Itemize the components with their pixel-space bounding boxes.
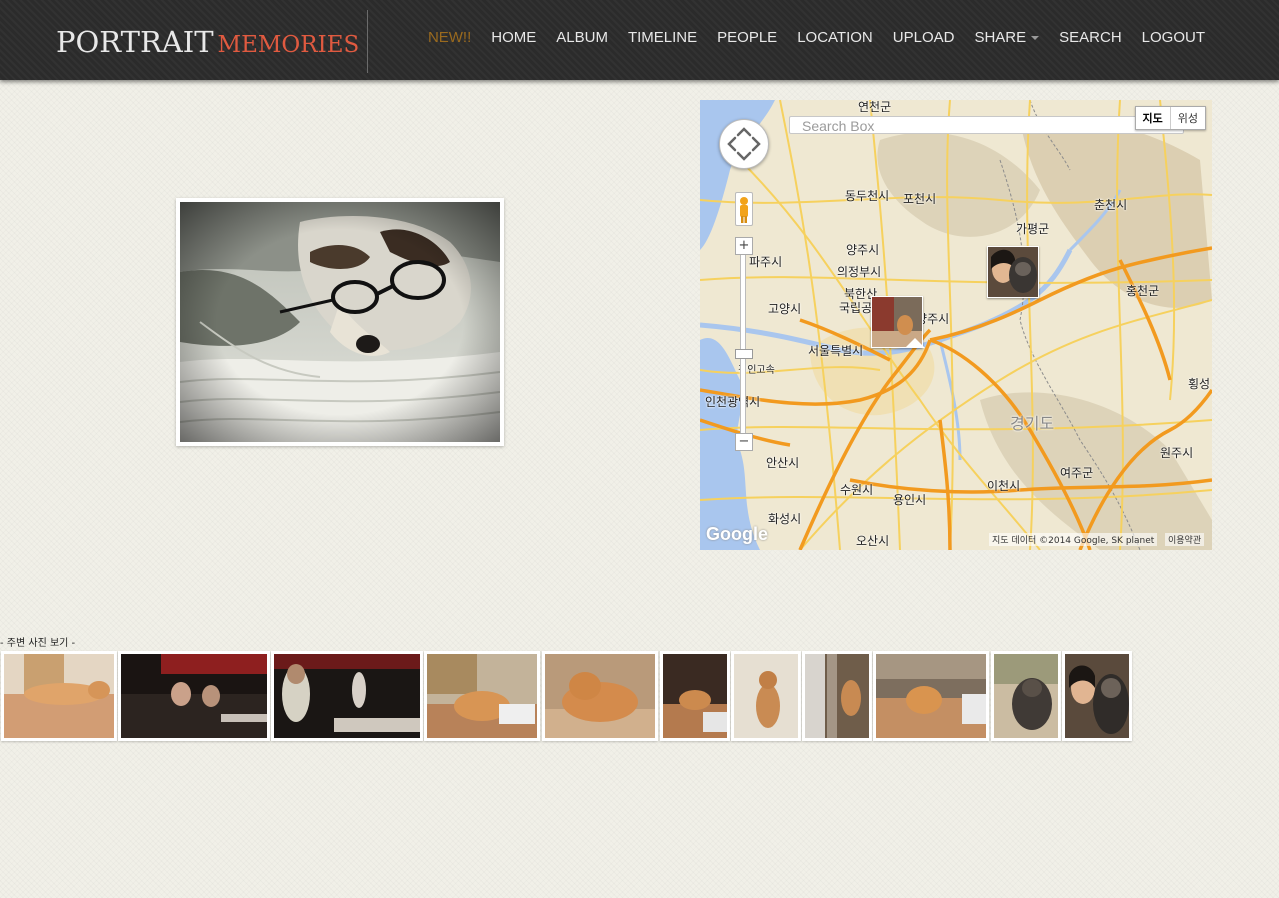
map-label: 여주군 [1060,466,1094,480]
map-label: 화성시 [768,512,802,526]
map-type-control: 지도 위성 [1134,106,1206,130]
marker-photo-woman-cat [988,247,1038,297]
caret-down-icon [1031,36,1040,41]
map-label: 의정부시 [837,265,882,279]
thumbnail-image [1065,654,1129,738]
map-label: 인천광역시 [705,395,761,409]
zoom-slider-thumb[interactable] [735,349,753,359]
nearby-photo-thumbnail[interactable] [118,651,270,741]
thumbnail-image [994,654,1058,738]
main-photo[interactable] [176,198,504,446]
nav-item-share-label: SHARE [974,29,1027,46]
map-label: 오산시 [856,534,890,548]
map-label: 고양시 [768,302,802,316]
map-tiles [700,100,1212,550]
map-label: 파주시 [749,255,783,269]
map-label: 경기도 [1010,414,1055,433]
map-label: 홍천군 [1126,284,1160,298]
map-type-map-button[interactable]: 지도 [1136,107,1171,129]
pegman-icon [740,197,748,223]
nav-item-search[interactable]: SEARCH [1049,28,1132,48]
thumbnail-image [274,654,420,738]
nav-item-home[interactable]: HOME [481,28,546,48]
map-photo-marker[interactable] [987,246,1039,298]
brand-logo[interactable]: PORTRAIT MEMORIES [56,25,359,61]
thumbnail-image [876,654,986,738]
pan-arrows-icon [727,127,761,161]
map-label: 수원시 [840,483,874,497]
map-copyright: 지도 데이터 ©2014 Google, SK planet [989,533,1158,546]
map-label: 포천시 [903,192,937,206]
map-terms-link[interactable]: 이용약관 [1165,533,1205,546]
map-label: 원주시 [1160,446,1194,460]
map-label: 용인시 [893,493,927,507]
map-type-satellite-button[interactable]: 위성 [1171,107,1205,129]
thumbnail-image [4,654,114,738]
nav-item-logout[interactable]: LOGOUT [1132,28,1215,48]
google-logo: Google [706,524,768,544]
nearby-photo-thumbnail[interactable] [731,651,801,741]
nearby-photo-thumbnail[interactable] [424,651,540,741]
nav-item-new[interactable]: NEW!! [418,28,481,48]
nearby-photo-thumbnail[interactable] [271,651,423,741]
zoom-slider-track[interactable] [740,243,746,445]
map-label: 양주시 [846,243,880,257]
nav-item-share[interactable]: SHARE [964,28,1049,48]
thumbnail-image [545,654,655,738]
brand-sub: MEMORIES [217,32,360,58]
map-label: 이천시 [987,479,1021,493]
nav-item-upload[interactable]: UPLOAD [883,28,965,48]
map-label: 연천군 [858,100,892,114]
zoom-in-button[interactable]: + [735,237,753,255]
zoom-out-button[interactable]: − [735,433,753,451]
pan-control[interactable] [719,119,769,169]
nav-item-album[interactable]: ALBUM [546,28,618,48]
nearby-photo-thumbnail[interactable] [802,651,872,741]
map[interactable]: 연천군 양주시 포천시 동두천시 가평군 춘천시 파주시 의정부시 북한산 국립… [700,100,1212,550]
nav-item-location[interactable]: LOCATION [787,28,883,48]
marker-pointer-icon [905,338,925,348]
nearby-photo-thumbnail[interactable] [1062,651,1132,741]
map-label: 서울특별시 [808,344,864,358]
main-photo-image [180,202,500,442]
thumbnail-image [121,654,267,738]
thumbnail-image [734,654,798,738]
nearby-photo-thumbnail[interactable] [873,651,989,741]
thumbnail-image [805,654,869,738]
map-label: 춘천시 [1094,198,1128,212]
map-label: 안산시 [766,456,800,470]
street-view-pegman[interactable] [735,192,753,226]
map-label: 가평군 [1016,222,1050,236]
nearby-photos-label: - 주변 사진 보기 - [0,638,76,649]
map-label: 동두천시 [845,189,890,203]
navbar: PORTRAIT MEMORIES NEW!! HOME ALBUM TIMELI… [0,0,1279,80]
thumbnail-image [663,654,727,738]
main-nav: NEW!! HOME ALBUM TIMELINE PEOPLE LOCATIO… [418,28,1215,48]
nav-divider [367,10,368,73]
nearby-photo-thumbnail[interactable] [991,651,1061,741]
map-search-input[interactable]: Search Box [789,116,1184,134]
nearby-photo-thumbnail[interactable] [660,651,730,741]
brand-main: PORTRAIT [56,25,214,59]
map-label: 횡성 [1188,377,1211,391]
nav-item-timeline[interactable]: TIMELINE [618,28,707,48]
thumbnail-image [427,654,537,738]
nearby-photo-thumbnail[interactable] [1,651,117,741]
nav-item-people[interactable]: PEOPLE [707,28,787,48]
nearby-photo-thumbnail[interactable] [542,651,658,741]
